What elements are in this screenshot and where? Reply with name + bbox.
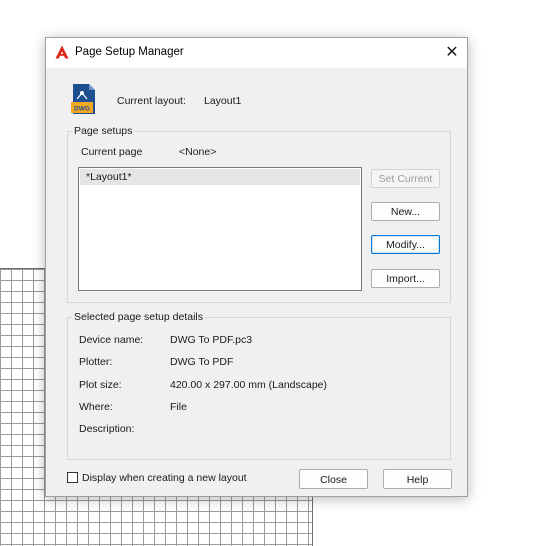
title-bar[interactable]: Page Setup Manager ✕ (46, 38, 467, 68)
details-legend: Selected page setup details (72, 311, 206, 323)
modify-button[interactable]: Modify... (371, 235, 440, 254)
where-label: Where: (79, 401, 113, 413)
dwg-icon-text: DWG (74, 106, 90, 113)
list-item-layout1[interactable]: *Layout1* (80, 169, 360, 185)
close-button[interactable]: Close (299, 469, 368, 489)
dialog-title: Page Setup Manager (75, 46, 184, 58)
description-label: Description: (79, 423, 135, 435)
plotter-label: Plotter: (79, 356, 113, 368)
where-value: File (170, 401, 187, 413)
new-button[interactable]: New... (371, 202, 440, 221)
dwg-file-icon: DWG (71, 84, 95, 114)
plot-size-value: 420.00 x 297.00 mm (Landscape) (170, 379, 328, 391)
close-icon[interactable]: ✕ (441, 42, 463, 64)
device-name-label: Device name: (79, 334, 144, 346)
page-setup-manager-dialog: Page Setup Manager ✕ DWG Current layout:… (45, 37, 468, 497)
current-page-value: <None> (179, 146, 217, 158)
set-current-button[interactable]: Set Current (371, 169, 440, 188)
page-setups-legend: Page setups (72, 125, 135, 137)
current-layout-value: Layout1 (204, 95, 242, 107)
current-page-label: Current page (81, 146, 143, 158)
autocad-logo-icon (55, 45, 69, 59)
display-on-new-layout-label[interactable]: Display when creating a new layout (82, 472, 247, 484)
current-layout-label: Current layout: (117, 95, 186, 107)
import-button[interactable]: Import... (371, 269, 440, 288)
help-button[interactable]: Help (383, 469, 452, 489)
display-on-new-layout-checkbox[interactable] (67, 472, 78, 483)
device-name-value: DWG To PDF.pc3 (170, 334, 253, 346)
page-setups-list[interactable]: *Layout1* (78, 167, 362, 291)
plot-size-label: Plot size: (79, 379, 122, 391)
plotter-value: DWG To PDF (170, 356, 234, 368)
